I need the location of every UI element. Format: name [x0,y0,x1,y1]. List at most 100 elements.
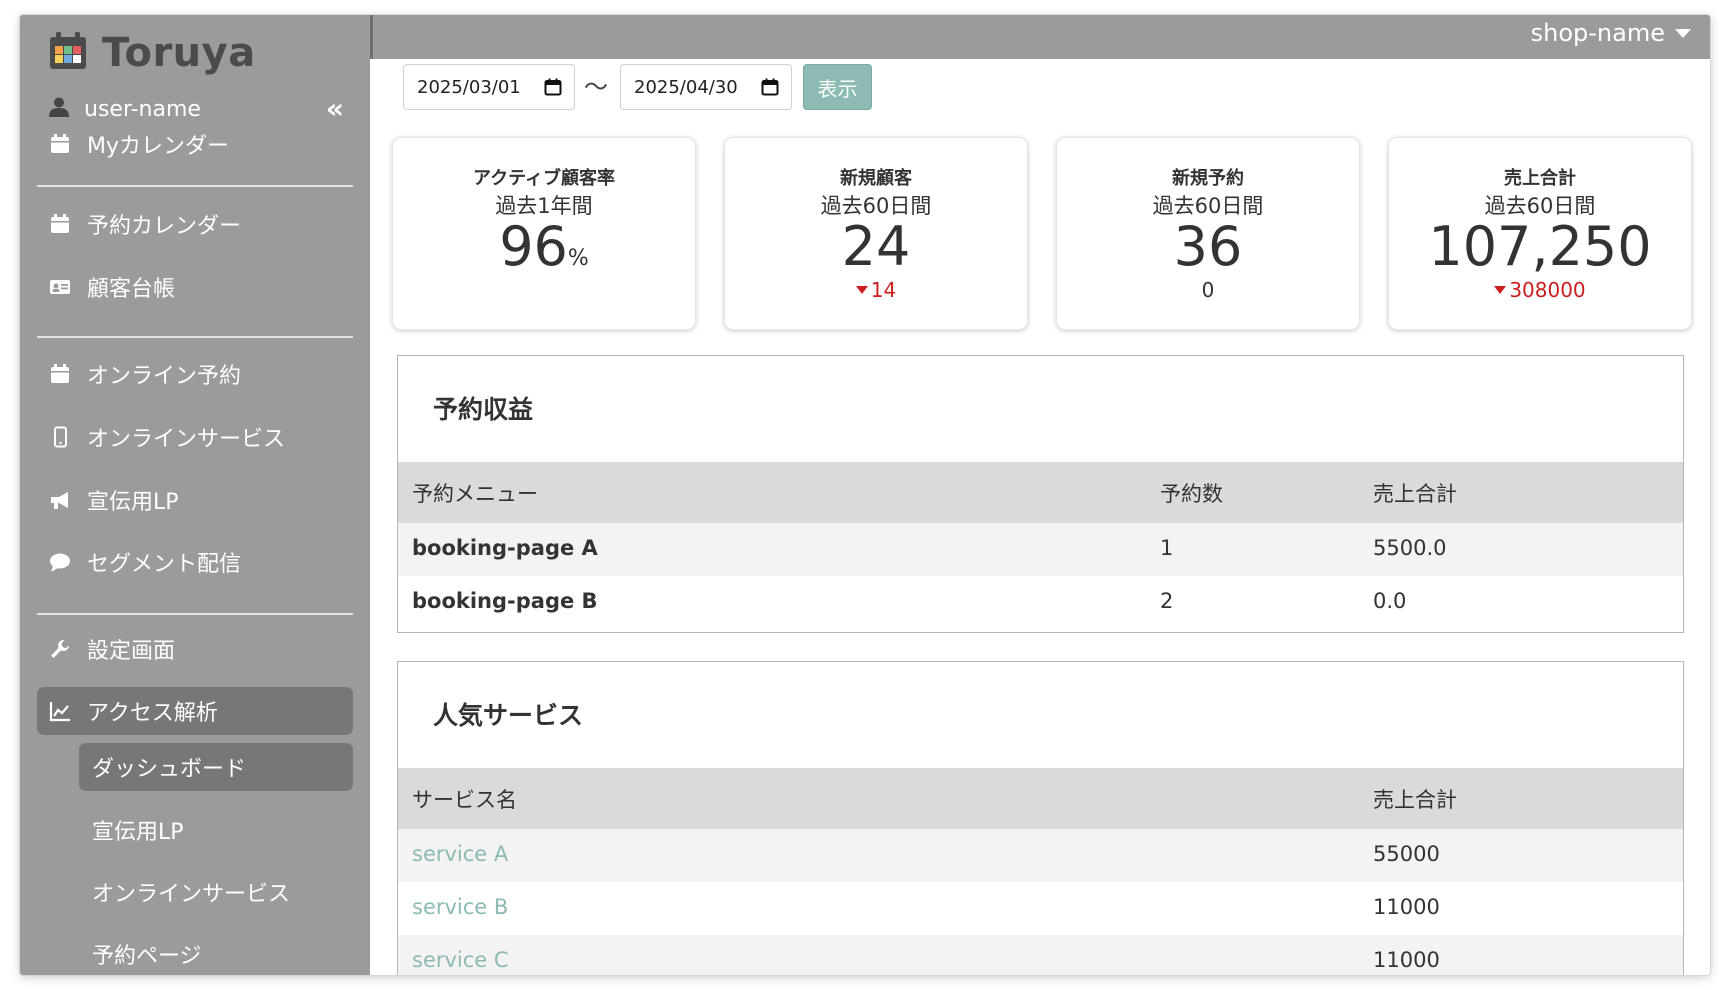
sidebar-item-online-service[interactable]: オンラインサービス [37,413,353,461]
sidebar-subitem-online-service[interactable]: オンラインサービス [79,868,353,916]
table-row: booking-page B 2 0.0 [398,576,1683,629]
kpi-value: 36 [1173,215,1243,278]
kpi-delta-value: 308000 [1509,278,1586,302]
user-icon [48,96,70,122]
sidebar-subitem-promo-lp[interactable]: 宣伝用LP [79,806,353,854]
table-cell: 0.0 [1373,589,1407,613]
calendar-logo-icon [48,31,88,75]
sidebar-item-label: 予約カレンダー [87,214,242,239]
caret-down-icon [1675,28,1691,38]
kpi-title: 新規予約 [1172,168,1244,189]
calendar-icon [47,361,73,387]
date-range-separator: 〜 [584,73,608,101]
sidebar-item-label: 顧客台帳 [87,277,176,302]
table-row: service C 11000 [398,935,1683,975]
sidebar-item-label: 宣伝用LP [87,490,179,515]
sidebar-item-analytics[interactable]: アクセス解析 [37,687,353,735]
table-cell: 5500.0 [1373,536,1447,560]
table-cell: booking-page B [412,589,598,613]
kpi-title: 売上合計 [1504,168,1576,189]
service-link[interactable]: service B [412,895,508,919]
shop-selector[interactable]: shop-name [1531,19,1691,47]
column-header: 売上合計 [1373,788,1457,812]
show-button[interactable]: 表示 [803,64,872,110]
chat-bubble-icon [47,549,73,575]
sidebar-divider [37,613,353,615]
sidebar-subitem-dashboard[interactable]: ダッシュボード [79,743,353,791]
sidebar-divider [37,336,353,338]
wrench-icon [47,636,73,662]
shop-name: shop-name [1530,19,1665,47]
service-link[interactable]: service C [412,948,509,972]
kpi-card-new-customers: 新規顧客 過去60日間 24 14 [724,137,1028,330]
triangle-down-icon [1494,285,1507,294]
kpi-card-active-rate: アクティブ顧客率 過去1年間 96% [392,137,696,330]
table-cell: 1 [1160,536,1174,560]
kpi-unit: % [567,246,589,271]
brand-name: Toruya [102,30,256,76]
kpi-value: 107,250 [1428,215,1652,278]
kpi-card-new-bookings: 新規予約 過去60日間 36 0 [1056,137,1360,330]
sidebar-item-label: オンラインサービス [87,427,286,452]
kpi-delta: 308000 [1389,278,1691,302]
kpi-delta: 14 [725,278,1027,302]
kpi-value: 96 [499,215,568,278]
booking-revenue-panel: 予約収益 予約メニュー 予約数 売上合計 booking-page A 1 55… [397,355,1684,633]
table-header: サービス名 売上合計 [398,768,1683,829]
panel-title: 予約収益 [433,395,534,424]
brand[interactable]: Toruya [48,29,256,77]
top-bar: shop-name [370,15,1710,59]
sidebar-item-customers[interactable]: 顧客台帳 [37,263,353,311]
service-link[interactable]: service A [412,842,508,866]
table-cell: 2 [1160,589,1174,613]
sidebar-item-booking-calendar[interactable]: 予約カレンダー [37,200,353,248]
sidebar-item-promo-lp[interactable]: 宣伝用LP [37,476,353,524]
kpi-delta-value: 0 [1201,278,1215,302]
table-row: booking-page A 1 5500.0 [398,523,1683,576]
start-date-input[interactable]: 2025/03/01 [403,64,575,110]
kpi-delta: 0 [1057,278,1359,302]
table-cell: 55000 [1373,842,1440,866]
sidebar: Toruya user-name « Myカレンダー 予約カレンダー 顧客台帳 … [20,15,370,975]
popular-services-panel: 人気サービス サービス名 売上合計 service A 55000 servic… [397,661,1684,975]
sidebar-item-label: セグメント配信 [87,552,242,577]
calendar-icon [47,131,73,157]
end-date-value: 2025/04/30 [634,76,738,98]
calendar-icon [47,211,73,237]
triangle-down-icon [855,285,868,294]
table-cell: booking-page A [412,536,598,560]
table-cell: 11000 [1373,948,1440,972]
mobile-phone-icon [47,424,73,450]
megaphone-icon [47,487,73,513]
column-header: 予約メニュー [412,482,538,506]
column-header: サービス名 [412,788,517,812]
sidebar-item-label: アクセス解析 [87,701,218,726]
table-header: 予約メニュー 予約数 売上合計 [398,462,1683,523]
sidebar-divider [37,185,353,187]
app-window: Toruya user-name « Myカレンダー 予約カレンダー 顧客台帳 … [20,15,1710,975]
sidebar-item-label: Myカレンダー [87,134,230,159]
collapse-sidebar-icon[interactable]: « [326,95,344,123]
column-header: 売上合計 [1373,482,1457,506]
start-date-value: 2025/03/01 [417,76,521,98]
line-chart-icon [47,698,73,724]
kpi-title: アクティブ顧客率 [472,168,616,189]
column-header: 予約数 [1160,482,1223,506]
kpi-card-total-sales: 売上合計 過去60日間 107,250 308000 [1388,137,1692,330]
table-row: service A 55000 [398,829,1683,882]
panel-title: 人気サービス [433,701,584,730]
sidebar-item-label: 設定画面 [87,639,176,664]
sidebar-item-label: オンライン予約 [87,364,242,389]
kpi-value-line: 96% [393,216,695,290]
sidebar-item-settings[interactable]: 設定画面 [37,625,353,673]
sidebar-item-my-calendar[interactable]: Myカレンダー [37,120,353,168]
end-date-input[interactable]: 2025/04/30 [620,64,792,110]
sidebar-subitem-booking-page[interactable]: 予約ページ [79,930,353,975]
kpi-value: 24 [841,215,911,278]
kpi-delta-value: 14 [870,278,897,302]
calendar-picker-icon[interactable] [761,78,779,101]
user-name: user-name [84,96,201,122]
sidebar-item-segment[interactable]: セグメント配信 [37,538,353,586]
sidebar-item-online-booking[interactable]: オンライン予約 [37,350,353,398]
calendar-picker-icon[interactable] [544,78,562,101]
